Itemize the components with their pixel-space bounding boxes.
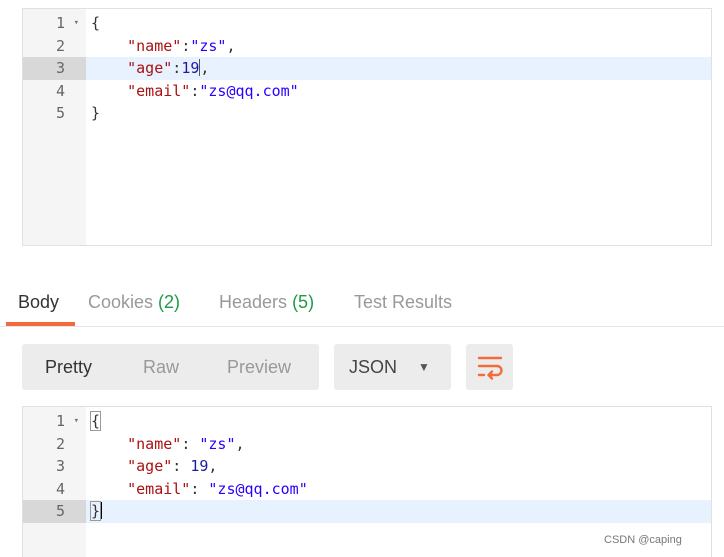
tab-cookies[interactable]: Cookies (2) bbox=[88, 291, 180, 313]
code-line[interactable]: 1 ▾ { bbox=[23, 410, 711, 433]
tab-headers[interactable]: Headers (5) bbox=[219, 291, 314, 313]
code-line[interactable]: 2 "name":"zs", bbox=[23, 35, 711, 58]
watermark: CSDN @caping bbox=[604, 534, 682, 546]
code-line[interactable]: 3 "age": 19, bbox=[23, 455, 711, 478]
chevron-down-icon: ▼ bbox=[418, 360, 430, 374]
response-tabs: Body Cookies (2) Headers (5) Test Result… bbox=[0, 280, 724, 327]
matched-bracket: } bbox=[89, 501, 102, 521]
active-tab-indicator bbox=[6, 322, 75, 326]
code-line-active[interactable]: 3 "age":19, bbox=[23, 57, 711, 80]
request-body-editor[interactable]: 1 ▾ { 2 "name":"zs", 3 "age":19, 4 "email… bbox=[22, 8, 712, 246]
text-cursor bbox=[100, 502, 103, 519]
format-select-value: JSON bbox=[349, 357, 398, 377]
wrap-lines-icon bbox=[477, 356, 503, 380]
code-line[interactable]: 4 "email":"zs@qq.com" bbox=[23, 80, 711, 103]
cookies-count-badge: (2) bbox=[158, 292, 181, 312]
wrap-lines-button[interactable] bbox=[466, 344, 513, 390]
code-line[interactable]: 5 } bbox=[23, 102, 711, 125]
raw-button[interactable]: Raw bbox=[143, 356, 179, 378]
code-line[interactable]: 4 "email": "zs@qq.com" bbox=[23, 478, 711, 501]
tab-body[interactable]: Body bbox=[18, 291, 59, 313]
preview-button[interactable]: Preview bbox=[227, 356, 291, 378]
code-line[interactable]: 2 "name": "zs", bbox=[23, 433, 711, 456]
format-select[interactable]: JSON ▼ bbox=[334, 344, 451, 390]
fold-arrow-icon[interactable]: ▾ bbox=[74, 410, 79, 433]
matched-bracket: { bbox=[89, 411, 102, 431]
code-line-active[interactable]: 5 } bbox=[23, 500, 711, 523]
code-line[interactable]: 1 ▾ { bbox=[23, 12, 711, 35]
headers-count-badge: (5) bbox=[292, 292, 315, 312]
pretty-button[interactable]: Pretty bbox=[45, 356, 92, 378]
view-mode-toggle: Pretty Raw Preview bbox=[22, 344, 319, 390]
tab-test-results[interactable]: Test Results bbox=[354, 291, 452, 313]
fold-arrow-icon[interactable]: ▾ bbox=[74, 12, 79, 35]
